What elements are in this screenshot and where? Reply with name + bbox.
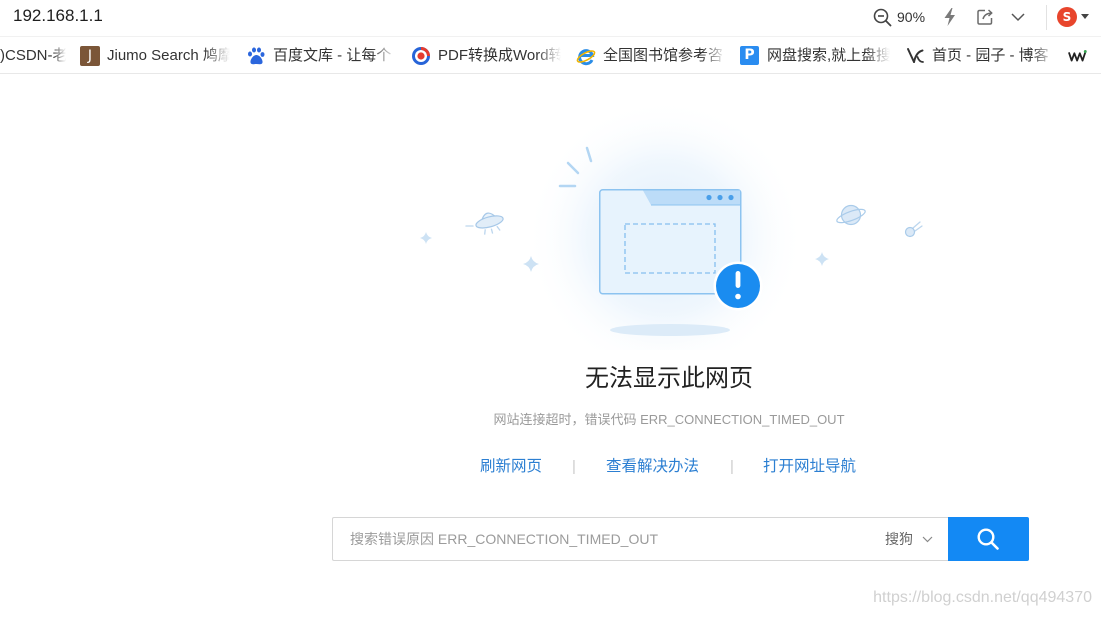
alert-icon: [713, 261, 763, 311]
pansou-icon: P: [740, 46, 759, 65]
chevron-down-icon: [922, 536, 933, 543]
error-actions: 刷新网页 | 查看解决办法 | 打开网址导航: [470, 457, 870, 479]
window-shadow: [610, 324, 730, 336]
browser-toolbar: 192.168.1.1 90% S: [0, 0, 1101, 37]
address-text: 192.168.1.1: [13, 6, 103, 25]
refresh-page-link[interactable]: 刷新网页: [480, 457, 542, 477]
error-search: 搜狗: [332, 517, 1029, 561]
bookmark-label: 百度文库 - 让每个: [273, 47, 392, 64]
baidu-paw-icon: [248, 47, 265, 65]
cnblogs-icon: [907, 48, 924, 63]
bookmark-label: )CSDN-老: [0, 47, 66, 64]
ie-icon: [576, 49, 596, 66]
zoom-button[interactable]: 90%: [871, 6, 929, 28]
bookmark-label: PDF转换成Word转: [438, 47, 561, 64]
bookmark-item-jiumo[interactable]: J Jiumo Search 鸠摩: [80, 37, 235, 73]
search-engine-select[interactable]: 搜狗: [885, 518, 941, 560]
dropdown-arrow-icon: [1081, 14, 1089, 19]
view-solutions-link[interactable]: 查看解决办法: [606, 457, 699, 477]
pdf-converter-icon: [412, 47, 430, 65]
zoom-out-icon: [873, 8, 892, 27]
watermark: https://blog.csdn.net/qq494370: [873, 589, 1092, 606]
vvv-icon: [1068, 50, 1087, 62]
bookmark-item-cnblogs[interactable]: 首页 - 园子 - 博客: [905, 37, 1060, 73]
toolbar-divider: [1046, 5, 1047, 30]
search-icon: [977, 528, 999, 550]
bookmark-label: 网盘搜索,就上盘搜: [767, 47, 890, 64]
comet-icon: [904, 221, 923, 238]
sogou-logo-icon: S: [1057, 7, 1077, 27]
action-separator: |: [730, 458, 734, 475]
bookmark-item[interactable]: )CSDN-老: [0, 37, 70, 73]
search-button[interactable]: [948, 517, 1029, 561]
error-message: 网站连接超时，错误代码 ERR_CONNECTION_TIMED_OUT: [493, 412, 845, 427]
search-field: 搜狗: [332, 517, 948, 561]
speed-mode-button[interactable]: [942, 7, 958, 27]
error-illustration: [420, 100, 923, 350]
bookmark-item-library[interactable]: 全国图书馆参考咨: [576, 37, 731, 73]
ufo-icon: [465, 212, 504, 235]
chevron-down-icon: [1011, 13, 1025, 22]
address-bar[interactable]: 192.168.1.1: [0, 0, 850, 36]
share-icon: [977, 9, 993, 25]
error-title: 无法显示此网页: [585, 365, 753, 392]
lightning-icon: [944, 8, 955, 26]
bookmark-label: 全国图书馆参考咨: [603, 47, 724, 64]
share-button[interactable]: [975, 7, 995, 27]
action-separator: |: [572, 458, 576, 475]
search-input[interactable]: [350, 518, 870, 560]
open-navigation-link[interactable]: 打开网址导航: [763, 457, 856, 477]
search-engine-label: 搜狗: [885, 531, 913, 547]
bookmarks-bar: )CSDN-老 J Jiumo Search 鸠摩 百度文库 - 让每个 PDF…: [0, 37, 1101, 74]
zoom-level: 90%: [897, 9, 926, 25]
jiumo-icon: J: [80, 46, 100, 66]
bookmark-label: 首页 - 园子 - 博客: [932, 47, 1049, 64]
bookmark-item-overflow[interactable]: [1068, 37, 1101, 73]
bookmark-label: Jiumo Search 鸠摩: [107, 47, 230, 64]
planet-icon: [836, 204, 866, 226]
bookmark-item-baidu-wenku[interactable]: 百度文库 - 让每个: [246, 37, 401, 73]
bookmark-item-pansou[interactable]: P 网盘搜索,就上盘搜: [740, 37, 895, 73]
sogou-account-button[interactable]: S: [1055, 5, 1093, 29]
menu-dropdown-button[interactable]: [1010, 10, 1026, 24]
bookmark-item-pdf-convert[interactable]: PDF转换成Word转: [411, 37, 566, 73]
